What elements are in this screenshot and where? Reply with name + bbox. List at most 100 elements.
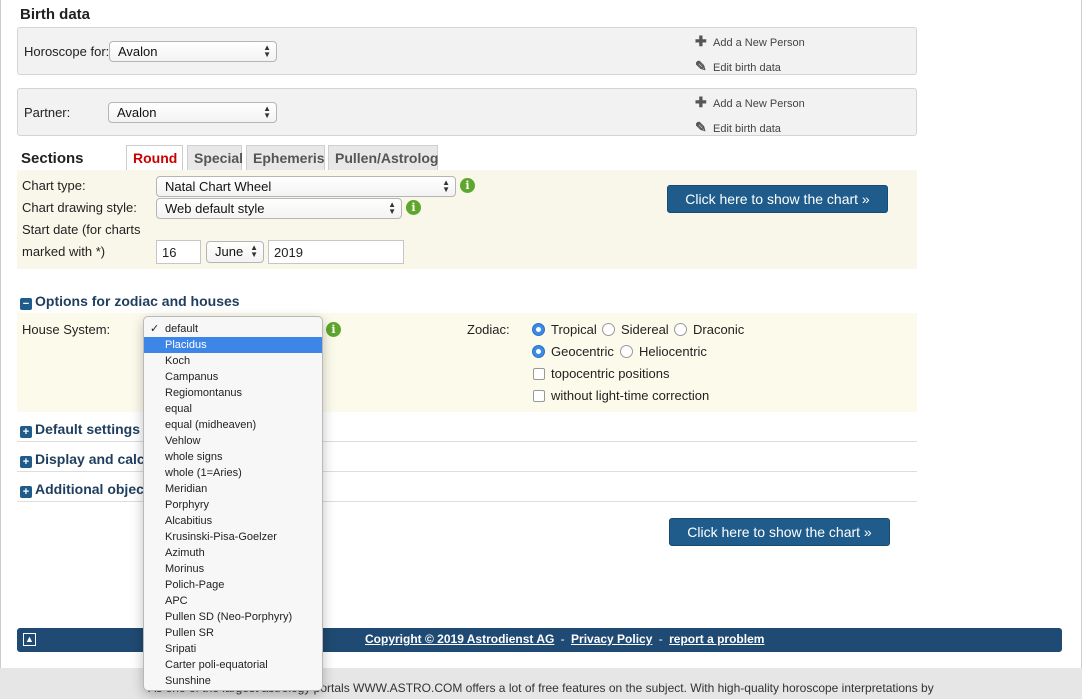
month-select[interactable]: June ▲ ▼ — [206, 241, 264, 263]
house-option[interactable]: Krusinski-Pisa-Goelzer — [144, 529, 322, 545]
topocentric-label: topocentric positions — [551, 366, 670, 381]
separator: - — [658, 632, 663, 646]
house-option-label: equal (midheaven) — [165, 419, 257, 431]
select-arrows-icon: ▲ ▼ — [388, 200, 396, 216]
house-option[interactable]: Polich-Page — [144, 577, 322, 593]
tropical-label: Tropical — [551, 322, 597, 337]
year-input[interactable]: 2019 — [268, 240, 404, 264]
house-option[interactable]: Pullen SR — [144, 625, 322, 641]
house-option-label: Koch — [165, 355, 191, 367]
house-option-label: Porphyry — [165, 499, 210, 511]
house-option-label: Carter poli-equatorial — [165, 659, 268, 671]
select-arrows-icon: ▲ ▼ — [263, 43, 271, 59]
drawing-style-label: Chart drawing style: — [22, 200, 137, 215]
house-option[interactable]: APC — [144, 593, 322, 609]
start-date-label: Start date (for charts — [22, 222, 141, 237]
house-option[interactable]: Porphyry — [144, 497, 322, 513]
add-person-link[interactable]: ✚ Add a New Person — [695, 33, 805, 50]
drawing-style-select[interactable]: Web default style ▲ ▼ — [156, 198, 402, 219]
house-option[interactable]: Pullen SD (Neo-Porphyry) — [144, 609, 322, 625]
day-input[interactable]: 16 — [156, 240, 201, 264]
select-arrows-icon: ▲ ▼ — [263, 104, 271, 120]
chart-type-value: Natal Chart Wheel — [165, 179, 272, 194]
house-option-label: default — [165, 323, 199, 335]
house-option-label: Sripati — [165, 643, 197, 655]
house-option[interactable]: Placidus — [144, 337, 322, 353]
horoscope-label: Horoscope for: — [24, 44, 110, 59]
radio-tropical[interactable] — [532, 323, 545, 336]
house-option[interactable]: Alcabitius — [144, 513, 322, 529]
copyright-link[interactable]: Copyright © 2019 Astrodienst AG — [365, 632, 554, 646]
plus-icon: + — [20, 456, 32, 468]
lighttime-label: without light-time correction — [551, 388, 710, 403]
edit-icon: ✎ — [695, 119, 707, 135]
draconic-label: Draconic — [693, 322, 745, 337]
options-heading: Options for zodiac and houses — [35, 293, 240, 309]
house-option[interactable]: Meridian — [144, 481, 322, 497]
plus-icon: + — [20, 486, 32, 498]
edit-birth-link[interactable]: ✎ Edit birth data — [695, 58, 781, 75]
report-problem-link[interactable]: report a problem — [669, 632, 764, 646]
radio-sidereal[interactable] — [602, 323, 615, 336]
house-option-label: Regiomontanus — [165, 387, 243, 399]
house-option[interactable]: ✓ default — [144, 321, 322, 337]
display-calc-heading: Display and calc — [35, 451, 145, 467]
topocentric-checkbox[interactable] — [533, 368, 545, 380]
privacy-link[interactable]: Privacy Policy — [571, 632, 652, 646]
add-person-label: Add a New Person — [713, 98, 805, 110]
partner-label: Partner: — [24, 105, 71, 120]
house-option-label: equal — [165, 403, 192, 415]
house-option[interactable]: whole signs — [144, 449, 322, 465]
info-icon[interactable]: i — [326, 322, 341, 337]
chart-type-select[interactable]: Natal Chart Wheel ▲ ▼ — [156, 176, 456, 197]
radio-draconic[interactable] — [674, 323, 687, 336]
house-option[interactable]: Sunshine — [144, 673, 322, 689]
add-person-label: Add a New Person — [713, 37, 805, 49]
geocentric-label: Geocentric — [551, 344, 614, 359]
house-option-label: Alcabitius — [165, 515, 213, 527]
edit-partner-link[interactable]: ✎ Edit birth data — [695, 119, 781, 136]
birth-data-heading: Birth data — [20, 6, 91, 23]
options-zodiac-toggle[interactable]: − Options for zodiac and houses — [20, 293, 240, 310]
house-option[interactable]: Koch — [144, 353, 322, 369]
house-option[interactable]: Azimuth — [144, 545, 322, 561]
lighttime-checkbox[interactable] — [533, 390, 545, 402]
select-arrows-icon: ▲ ▼ — [250, 243, 258, 259]
info-icon[interactable]: i — [406, 200, 421, 215]
tab-special[interactable]: Special — [187, 145, 243, 170]
house-option[interactable]: Sripati — [144, 641, 322, 657]
additional-objects-toggle[interactable]: + Additional objec — [20, 481, 144, 498]
house-option[interactable]: equal (midheaven) — [144, 417, 322, 433]
scroll-top-icon[interactable]: ▲ — [23, 633, 36, 646]
house-option[interactable]: Regiomontanus — [144, 385, 322, 401]
house-system-label: House System: — [22, 322, 111, 337]
display-calc-toggle[interactable]: + Display and calc — [20, 451, 145, 468]
house-option[interactable]: Carter poli-equatorial — [144, 657, 322, 673]
house-option-label: Krusinski-Pisa-Goelzer — [165, 531, 277, 543]
tab-pullen-astrolog[interactable]: Pullen/Astrolog — [328, 145, 438, 170]
add-partner-link[interactable]: ✚ Add a New Person — [695, 94, 805, 111]
house-option[interactable]: Morinus — [144, 561, 322, 577]
show-chart-button[interactable]: Click here to show the chart » — [667, 185, 888, 213]
tab-ephemeris[interactable]: Ephemeris — [246, 145, 325, 170]
house-option[interactable]: Campanus — [144, 369, 322, 385]
default-settings-toggle[interactable]: + Default settings — [20, 421, 140, 438]
radio-heliocentric[interactable] — [620, 345, 633, 358]
tab-round[interactable]: Round — [126, 145, 183, 170]
radio-geocentric[interactable] — [532, 345, 545, 358]
horoscope-select[interactable]: Avalon ▲ ▼ — [109, 41, 277, 62]
checkmark-icon: ✓ — [150, 323, 160, 335]
house-option-label: Campanus — [165, 371, 219, 383]
house-option-label: whole signs — [165, 451, 223, 463]
show-chart-button-bottom[interactable]: Click here to show the chart » — [669, 518, 890, 546]
house-option-label: Placidus — [165, 339, 207, 351]
plus-icon: ✚ — [695, 94, 707, 110]
house-system-dropdown[interactable]: ✓ default Placidus Koch Campanus Regiomontanu… — [143, 316, 323, 691]
house-option-label: Polich-Page — [165, 579, 225, 591]
house-option[interactable]: Vehlow — [144, 433, 322, 449]
info-icon[interactable]: i — [460, 178, 475, 193]
house-option[interactable]: equal — [144, 401, 322, 417]
house-option[interactable]: whole (1=Aries) — [144, 465, 322, 481]
partner-select[interactable]: Avalon ▲ ▼ — [108, 102, 277, 123]
partner-select-value: Avalon — [117, 105, 157, 120]
